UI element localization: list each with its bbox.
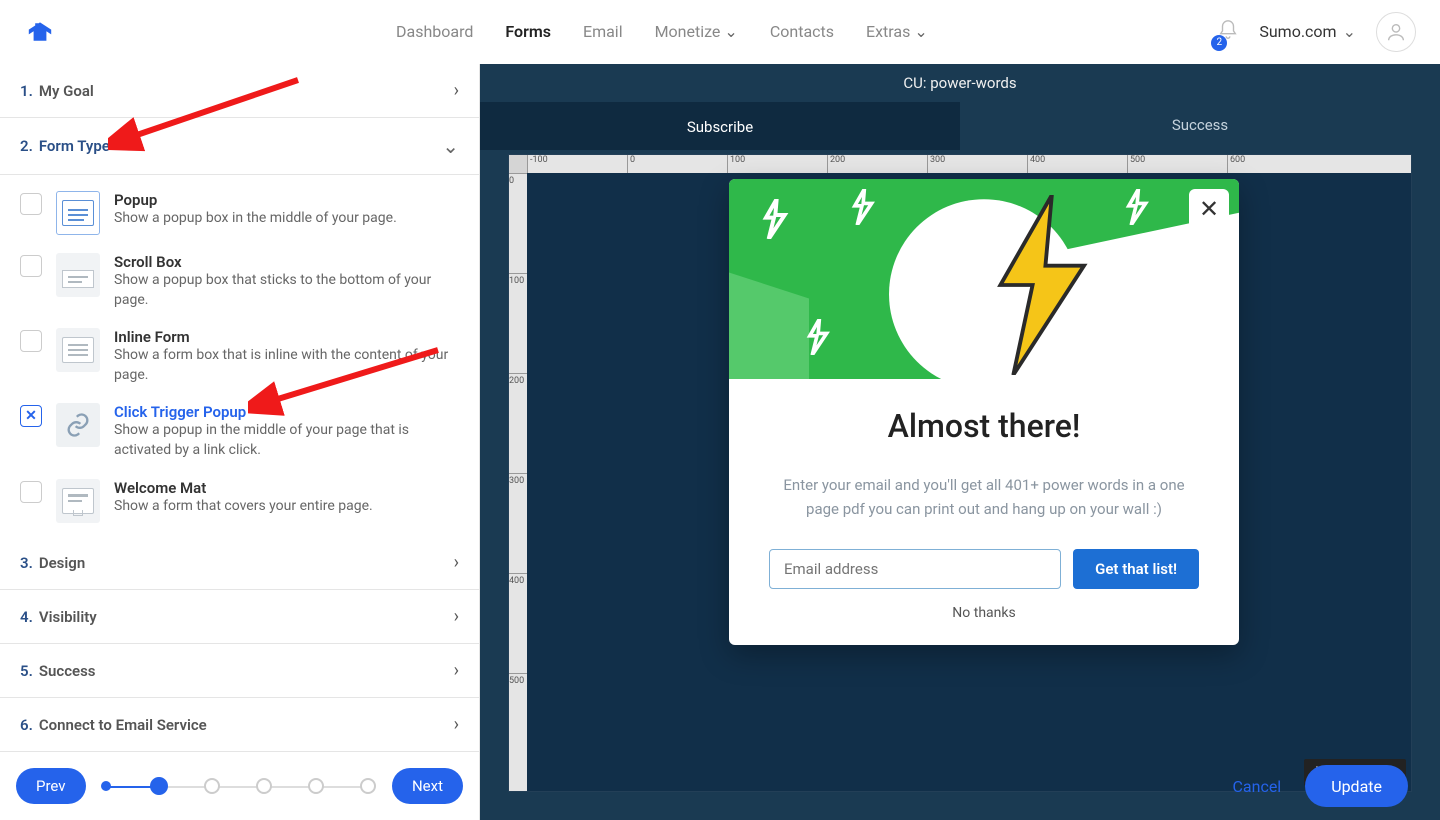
nav-contacts[interactable]: Contacts bbox=[770, 22, 834, 41]
step-form-type[interactable]: 2.Form Type ⌄ bbox=[0, 118, 479, 175]
page-footer: Cancel Update bbox=[1200, 752, 1440, 820]
step-visibility[interactable]: 4.Visibility › bbox=[0, 590, 479, 644]
tab-success[interactable]: Success bbox=[960, 102, 1440, 150]
builder-sidebar: 1.My Goal › 2.Form Type ⌄ PopupShow a po… bbox=[0, 64, 480, 820]
tab-subscribe[interactable]: Subscribe bbox=[480, 102, 960, 150]
sidebar-footer: Prev Next bbox=[0, 752, 479, 820]
prev-button[interactable]: Prev bbox=[16, 768, 86, 804]
chevron-right-icon: › bbox=[454, 714, 459, 735]
submit-button[interactable]: Get that list! bbox=[1073, 549, 1199, 589]
app-header: Dashboard Forms Email Monetize ⌄ Contact… bbox=[0, 0, 1440, 64]
form-type-click-trigger[interactable]: Click Trigger PopupShow a popup in the m… bbox=[20, 403, 467, 460]
form-type-inline-form[interactable]: Inline FormShow a form box that is inlin… bbox=[20, 328, 467, 385]
ruler-horizontal: -1000100200300400500600 bbox=[527, 155, 1411, 173]
main-nav: Dashboard Forms Email Monetize ⌄ Contact… bbox=[396, 22, 928, 41]
scroll-box-icon bbox=[56, 253, 100, 297]
checkbox[interactable] bbox=[20, 481, 42, 503]
close-icon[interactable]: ✕ bbox=[1189, 189, 1229, 229]
cancel-link[interactable]: Cancel bbox=[1232, 777, 1281, 796]
notifications-button[interactable]: 2 bbox=[1217, 19, 1239, 45]
nav-dashboard[interactable]: Dashboard bbox=[396, 22, 473, 41]
popup-paragraph: Enter your email and you'll get all 401+… bbox=[769, 473, 1199, 521]
preview-pane: CU: power-words Subscribe Success -10001… bbox=[480, 64, 1440, 820]
progress-dot bbox=[101, 781, 111, 791]
progress-dot bbox=[256, 778, 272, 794]
chevron-down-icon: ⌄ bbox=[1343, 22, 1356, 41]
nav-extras[interactable]: Extras ⌄ bbox=[866, 22, 928, 41]
progress-dot bbox=[204, 778, 220, 794]
step-success[interactable]: 5.Success › bbox=[0, 644, 479, 698]
form-type-popup[interactable]: PopupShow a popup box in the middle of y… bbox=[20, 191, 467, 235]
form-type-list: PopupShow a popup box in the middle of y… bbox=[0, 175, 479, 536]
welcome-mat-icon bbox=[56, 479, 100, 523]
lightning-icon bbox=[974, 195, 1104, 375]
ruler-vertical: 0100200300400500 bbox=[509, 173, 527, 791]
progress-dot bbox=[360, 778, 376, 794]
nav-forms[interactable]: Forms bbox=[505, 22, 551, 41]
next-button[interactable]: Next bbox=[392, 768, 463, 804]
chevron-right-icon: › bbox=[454, 552, 459, 573]
chevron-down-icon: ⌄ bbox=[442, 134, 459, 158]
nav-monetize[interactable]: Monetize ⌄ bbox=[655, 22, 738, 41]
email-field[interactable] bbox=[769, 549, 1061, 589]
ruler-corner bbox=[509, 155, 527, 173]
avatar[interactable] bbox=[1376, 12, 1416, 52]
chevron-right-icon: › bbox=[454, 606, 459, 627]
form-type-scroll-box[interactable]: Scroll BoxShow a popup box that sticks t… bbox=[20, 253, 467, 310]
checkbox[interactable] bbox=[20, 330, 42, 352]
chevron-down-icon: ⌄ bbox=[724, 22, 737, 41]
popup-icon bbox=[56, 191, 100, 235]
form-type-welcome-mat[interactable]: Welcome MatShow a form that covers your … bbox=[20, 479, 467, 523]
brand-logo bbox=[24, 20, 56, 44]
checkbox-checked[interactable] bbox=[20, 405, 42, 427]
chevron-right-icon: › bbox=[454, 660, 459, 681]
popup-heading: Almost there! bbox=[769, 407, 1199, 445]
step-design[interactable]: 3.Design › bbox=[0, 536, 479, 590]
notification-badge: 2 bbox=[1211, 35, 1227, 51]
update-button[interactable]: Update bbox=[1305, 765, 1408, 807]
checkbox[interactable] bbox=[20, 193, 42, 215]
step-connect-email[interactable]: 6.Connect to Email Service › bbox=[0, 698, 479, 752]
chevron-right-icon: › bbox=[454, 80, 459, 101]
chevron-down-icon: ⌄ bbox=[914, 22, 927, 41]
progress-dot bbox=[308, 778, 324, 794]
design-canvas[interactable]: -1000100200300400500600 0100200300400500 bbox=[508, 154, 1412, 792]
form-popup[interactable]: ✕ Almost there! Enter your email and you… bbox=[729, 179, 1239, 645]
nav-email[interactable]: Email bbox=[583, 22, 623, 41]
step-progress bbox=[98, 777, 380, 795]
checkbox[interactable] bbox=[20, 255, 42, 277]
popup-hero: ✕ bbox=[729, 179, 1239, 379]
preview-title: CU: power-words bbox=[480, 64, 1440, 102]
no-thanks-link[interactable]: No thanks bbox=[769, 605, 1199, 621]
progress-dot-current bbox=[150, 777, 168, 795]
site-switcher[interactable]: Sumo.com ⌄ bbox=[1259, 22, 1356, 41]
inline-form-icon bbox=[56, 328, 100, 372]
step-my-goal[interactable]: 1.My Goal › bbox=[0, 64, 479, 118]
click-trigger-icon bbox=[56, 403, 100, 447]
